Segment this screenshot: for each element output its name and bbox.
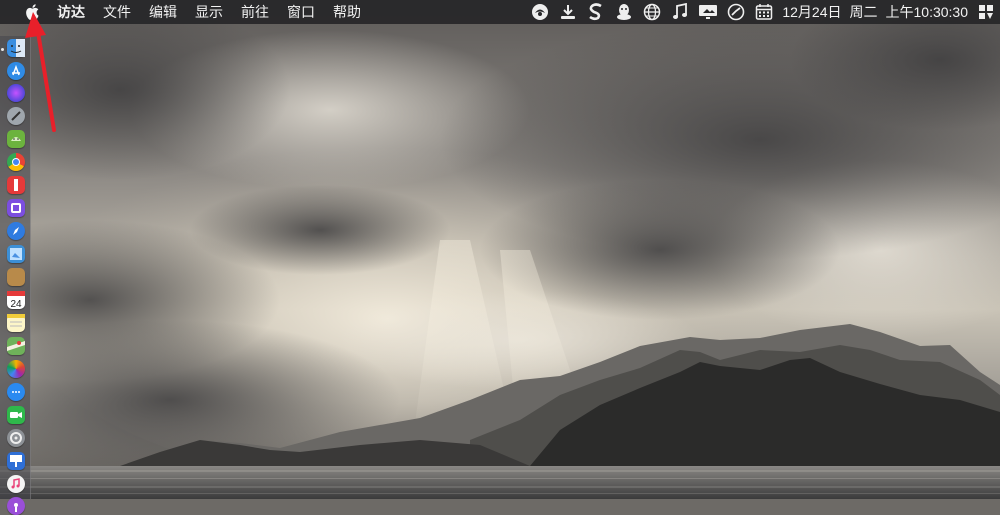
music-note-icon[interactable] [669,0,691,24]
sogou-input-icon[interactable] [585,0,607,24]
globe-icon[interactable] [641,0,663,24]
menubar-time[interactable]: 上午10:30:30 [882,0,973,24]
dock-maps-icon[interactable] [7,337,25,355]
dock-siri-icon[interactable] [7,84,25,102]
dock-red-app-icon[interactable] [7,176,25,194]
qq-icon[interactable] [613,0,635,24]
dock-keynote-icon[interactable] [7,452,25,470]
window-manager-icon[interactable] [975,0,997,24]
dock-messages-icon[interactable] [7,383,25,401]
dock-notes-icon[interactable] [7,314,25,332]
menubar-date[interactable]: 12月24日 [778,0,845,24]
dock: 24 [0,36,31,515]
dock-chrome-icon[interactable] [7,153,25,171]
dock-safari-icon[interactable] [7,222,25,240]
menu-bar: 访达 文件 编辑 显示 前往 窗口 帮助 12月24日 周二 上午10:30:3… [0,0,1000,24]
dock-itunes-icon[interactable] [7,475,25,493]
desktop-wallpaper [0,0,1000,499]
dock-facetime-icon[interactable] [7,406,25,424]
display-screen-icon[interactable] [697,0,719,24]
menu-window[interactable]: 窗口 [278,0,324,24]
vpn-icon[interactable] [529,0,551,24]
dock-preview-icon[interactable] [7,245,25,263]
menu-file[interactable]: 文件 [94,0,140,24]
dock-android-icon[interactable] [7,130,25,148]
status-bar: 12月24日 周二 上午10:30:30 [526,0,1000,24]
dock-finder-icon[interactable] [7,39,25,57]
apple-menu-icon[interactable] [22,0,42,24]
dock-purple-app-icon[interactable] [7,199,25,217]
menu-help[interactable]: 帮助 [324,0,370,24]
dock-notes-brown-icon[interactable] [7,268,25,286]
dock-launchpad-icon[interactable] [7,107,25,125]
dock-system-preferences-icon[interactable] [7,429,25,447]
dock-photos-icon[interactable] [7,360,25,378]
dock-app-store-icon[interactable] [7,62,25,80]
menu-finder[interactable]: 访达 [48,0,94,24]
menubar-weekday[interactable]: 周二 [846,0,882,24]
svg-text:24: 24 [10,299,22,309]
menu-go[interactable]: 前往 [232,0,278,24]
running-indicator [1,48,4,51]
download-icon[interactable] [557,0,579,24]
dock-podcasts-icon[interactable] [7,497,25,515]
dock-calendar-icon[interactable]: 24 [7,291,25,309]
menu-view[interactable]: 显示 [186,0,232,24]
menu-edit[interactable]: 编辑 [140,0,186,24]
calendar-icon[interactable] [753,0,775,24]
clock-sync-icon[interactable] [725,0,747,24]
